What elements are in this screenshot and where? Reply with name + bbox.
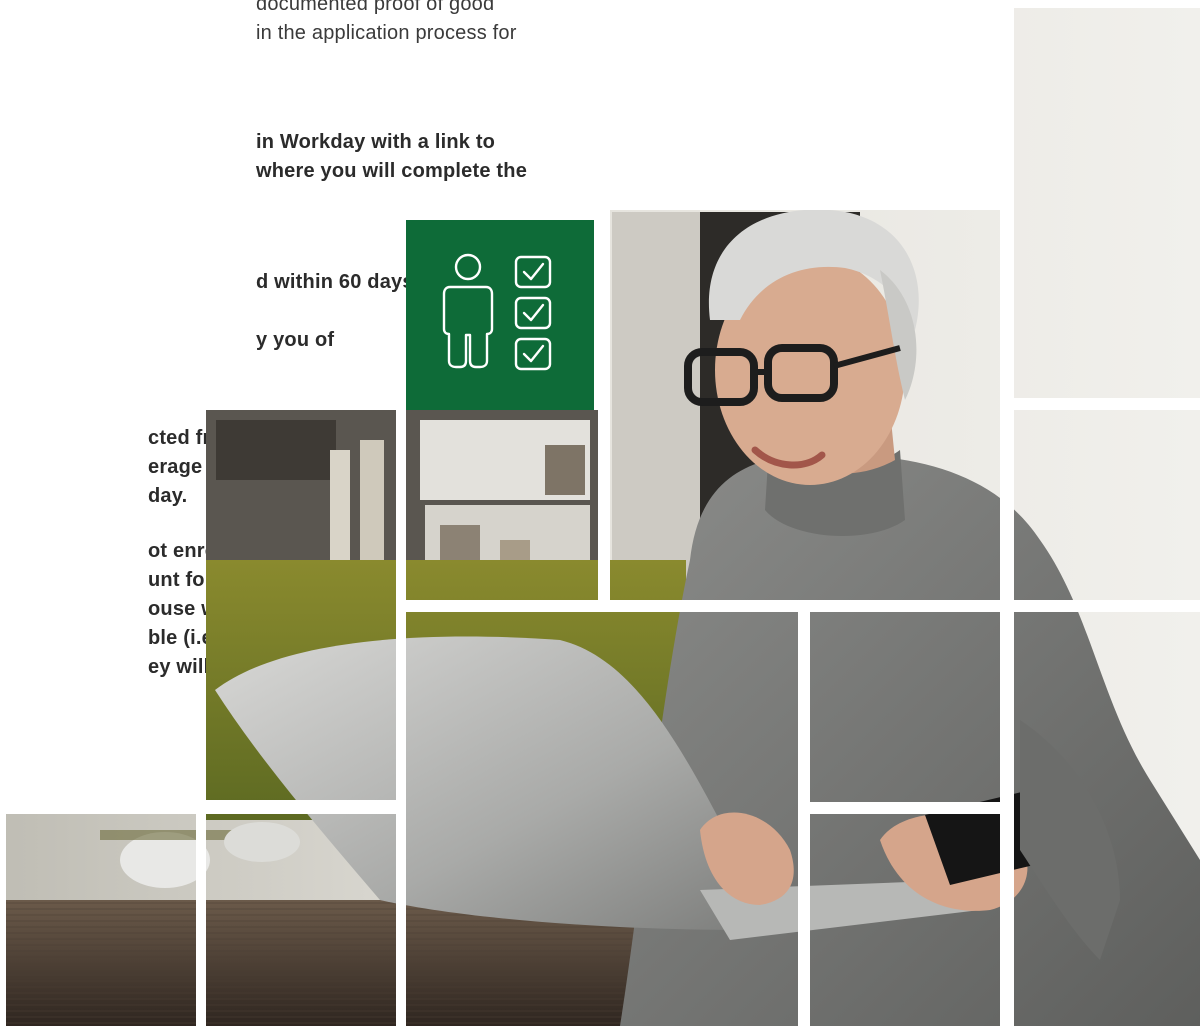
paragraph-notify: y you of (256, 326, 334, 355)
text-line: where you will complete the (256, 160, 528, 182)
checklist-icon-tile (406, 220, 594, 410)
text-line: in Workday with a link to (256, 131, 496, 153)
text-line: documented proof of good (256, 0, 495, 15)
paragraph-deduction: cted from erage will day. (148, 424, 241, 511)
paragraph-spouse-enrollment: ot enroll in a unt for ouse when ble (i.… (148, 537, 270, 682)
text-line: erage will (148, 456, 242, 478)
paragraph-sixty-days: d within 60 days. (256, 268, 419, 297)
text-line: ey will be (148, 656, 239, 678)
paragraph-workday-link: in Workday with a link to where you will… (256, 128, 527, 186)
text-line: ot enroll in a (148, 540, 270, 562)
text-line: day. (148, 485, 188, 507)
text-line: unt for (148, 569, 213, 591)
paragraph-proof-of-good-health: documented proof of good in the applicat… (256, 0, 517, 48)
text-line: d within 60 days. (256, 271, 420, 293)
person-checklist-icon (442, 253, 552, 371)
text-line: y you of (256, 329, 335, 351)
text-line: ouse when (148, 598, 254, 620)
text-line: ble (i.e., new (148, 627, 270, 649)
photo-woman-laptop (6, 8, 1200, 1026)
text-line: cted from (148, 427, 241, 449)
text-line: in the application process for (256, 22, 517, 44)
